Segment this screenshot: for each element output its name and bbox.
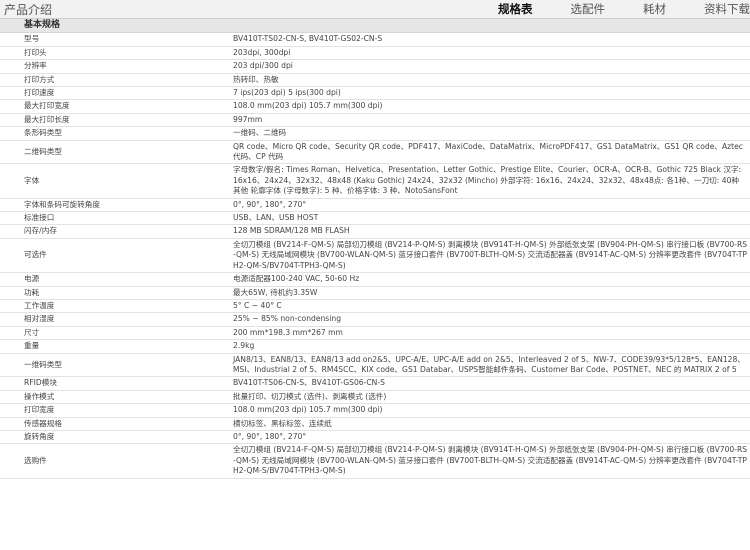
spec-value: 200 mm*198.3 mm*267 mm [233, 326, 750, 341]
spec-value: USB、LAN、USB HOST [233, 211, 750, 226]
spec-key: 字体和条码可旋转角度 [0, 198, 233, 213]
spec-value: 热转印、热敏 [233, 73, 750, 88]
spec-row: 打印宽度 108.0 mm(203 dpi) 105.7 mm(300 dpi) [0, 403, 750, 418]
spec-key: 最大打印长度 [0, 113, 233, 128]
spec-row: 闪存/内存 128 MB SDRAM/128 MB FLASH [0, 224, 750, 239]
spec-key: 一维码类型 [0, 353, 233, 378]
tab-specs[interactable]: 规格表 [498, 1, 533, 17]
spec-row: 条形码类型 一维码、二维码 [0, 126, 750, 141]
spec-key: 型号 [0, 33, 233, 47]
tab-downloads[interactable]: 资料下载 [704, 1, 750, 17]
spec-key: 功耗 [0, 286, 233, 300]
spec-row: 尺寸 200 mm*198.3 mm*267 mm [0, 326, 750, 341]
spec-key: 工作温度 [0, 299, 233, 314]
spec-key: 相对湿度 [0, 312, 233, 327]
spec-row: RFID模块 BV410T-TS06-CN-S、BV410T-GS06-CN-S [0, 376, 750, 391]
spec-value: BV410T-TS02-CN-S, BV410T-GS02-CN-S [233, 33, 750, 47]
spec-key: 操作模式 [0, 390, 233, 405]
spec-row: 最大打印长度 997mm [0, 113, 750, 128]
spec-value: 全切刀模组 (BV214-F-QM-S) 局部切刀模组 (BV214-P-QM-… [233, 238, 750, 274]
spec-value: 203dpi, 300dpi [233, 46, 750, 61]
spec-row: 重量 2.9kg [0, 339, 750, 354]
spec-value: 批量打印、切刀模式 (选件)、剥离模式 (选件) [233, 390, 750, 405]
spec-key: 字体 [0, 163, 233, 199]
spec-row: 分辨率 203 dpi/300 dpi [0, 59, 750, 74]
spec-key: 选购件 [0, 443, 233, 479]
spec-value: 7 ips(203 dpi) 5 ips(300 dpi) [233, 86, 750, 101]
spec-value: 2.9kg [233, 339, 750, 354]
spec-row: 字体和条码可旋转角度 0°, 90°, 180°, 270° [0, 198, 750, 213]
section-title: 基本规格 [0, 19, 750, 33]
spec-key: 最大打印宽度 [0, 99, 233, 114]
spec-key: 电源 [0, 272, 233, 287]
spec-key: 闪存/内存 [0, 224, 233, 239]
spec-value: 997mm [233, 113, 750, 128]
spec-value: 203 dpi/300 dpi [233, 59, 750, 74]
spec-row: 可选件 全切刀模组 (BV214-F-QM-S) 局部切刀模组 (BV214-P-… [0, 238, 750, 274]
spec-value: 横切标签、黑标标签、连续纸 [233, 417, 750, 431]
spec-key: 打印宽度 [0, 403, 233, 418]
spec-value: 一维码、二维码 [233, 126, 750, 141]
spec-value: 0°, 90°, 180°, 270° [233, 198, 750, 213]
spec-key: 打印方式 [0, 73, 233, 88]
spec-row: 字体 字母数字/假名: Times Roman、Helvetica、Present… [0, 163, 750, 199]
spec-key: 重量 [0, 339, 233, 354]
spec-key: 条形码类型 [0, 126, 233, 141]
page-header: 产品介绍 规格表 选配件 耗材 资料下载 [0, 0, 750, 19]
spec-row: 打印方式 热转印、热敏 [0, 73, 750, 88]
spec-value: QR code、Micro QR code、Security QR code、P… [233, 140, 750, 165]
spec-row: 功耗 最大65W, 待机约3.35W [0, 286, 750, 300]
spec-key: 标准接口 [0, 211, 233, 226]
spec-value: 最大65W, 待机约3.35W [233, 286, 750, 300]
spec-row: 工作温度 5° C ~ 40° C [0, 299, 750, 314]
spec-row: 相对湿度 25% ~ 85% non-condensing [0, 312, 750, 327]
spec-row: 传感器规格 横切标签、黑标标签、连续纸 [0, 417, 750, 431]
spec-row: 型号 BV410T-TS02-CN-S, BV410T-GS02-CN-S [0, 33, 750, 47]
spec-row: 打印速度 7 ips(203 dpi) 5 ips(300 dpi) [0, 86, 750, 101]
spec-row: 标准接口 USB、LAN、USB HOST [0, 211, 750, 226]
spec-row: 旋转角度 0°, 90°, 180°, 270° [0, 430, 750, 445]
spec-value: 0°, 90°, 180°, 270° [233, 430, 750, 445]
spec-table: 型号 BV410T-TS02-CN-S, BV410T-GS02-CN-S 打印头 2… [0, 33, 750, 479]
spec-key: 可选件 [0, 238, 233, 274]
spec-key: 尺寸 [0, 326, 233, 341]
spec-key: 打印速度 [0, 86, 233, 101]
spec-value: 108.0 mm(203 dpi) 105.7 mm(300 dpi) [233, 403, 750, 418]
page-title: 产品介绍 [4, 3, 53, 17]
spec-value: 25% ~ 85% non-condensing [233, 312, 750, 327]
spec-row: 打印头 203dpi, 300dpi [0, 46, 750, 61]
spec-key: RFID模块 [0, 376, 233, 391]
spec-key: 分辨率 [0, 59, 233, 74]
spec-row: 选购件 全切刀模组 (BV214-F-QM-S) 局部切刀模组 (BV214-P-… [0, 443, 750, 479]
spec-key: 旋转角度 [0, 430, 233, 445]
spec-key: 传感器规格 [0, 417, 233, 431]
tab-bar: 规格表 选配件 耗材 资料下载 [460, 1, 750, 17]
spec-key: 打印头 [0, 46, 233, 61]
spec-value: 字母数字/假名: Times Roman、Helvetica、Presentat… [233, 163, 750, 199]
spec-row: 二维码类型 QR code、Micro QR code、Security QR c… [0, 140, 750, 165]
spec-value: 128 MB SDRAM/128 MB FLASH [233, 224, 750, 239]
spec-value: JAN8/13、EAN8/13、EAN8/13 add on2&5、UPC-A/… [233, 353, 750, 378]
spec-value: 全切刀模组 (BV214-F-QM-S) 局部切刀模组 (BV214-P-QM-… [233, 443, 750, 479]
spec-value: 电源适配器100-240 VAC, 50-60 Hz [233, 272, 750, 287]
tab-consumables[interactable]: 耗材 [643, 1, 666, 17]
tab-accessories[interactable]: 选配件 [571, 1, 606, 17]
spec-row: 一维码类型 JAN8/13、EAN8/13、EAN8/13 add on2&5、U… [0, 353, 750, 378]
spec-row: 电源 电源适配器100-240 VAC, 50-60 Hz [0, 272, 750, 287]
spec-row: 最大打印宽度 108.0 mm(203 dpi) 105.7 mm(300 dpi… [0, 99, 750, 114]
spec-value: 108.0 mm(203 dpi) 105.7 mm(300 dpi) [233, 99, 750, 114]
spec-value: 5° C ~ 40° C [233, 299, 750, 314]
spec-row: 操作模式 批量打印、切刀模式 (选件)、剥离模式 (选件) [0, 390, 750, 405]
spec-key: 二维码类型 [0, 140, 233, 165]
spec-value: BV410T-TS06-CN-S、BV410T-GS06-CN-S [233, 376, 750, 391]
